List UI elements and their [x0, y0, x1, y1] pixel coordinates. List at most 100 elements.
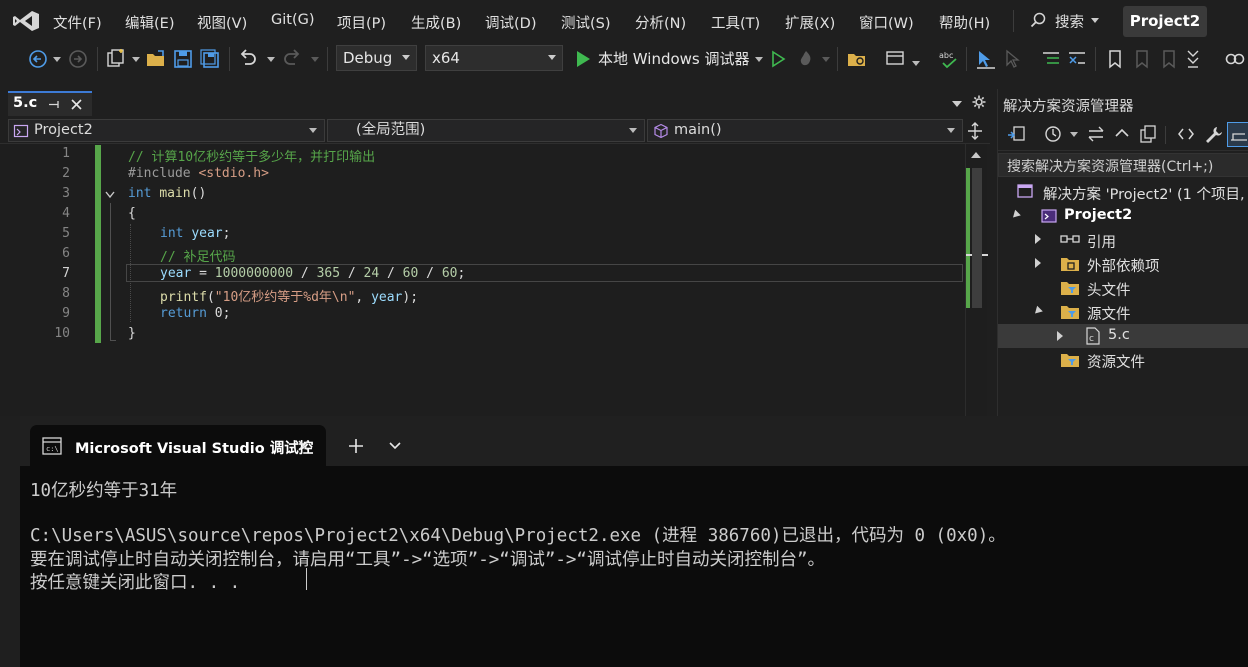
- scroll-up-arrow-icon[interactable]: [971, 152, 981, 158]
- tab-list-dropdown-icon[interactable]: [952, 101, 962, 107]
- start-without-debugging-icon[interactable]: [767, 48, 789, 70]
- menu-debug[interactable]: 调试(D): [485, 12, 536, 33]
- editor-vertical-scrollbar[interactable]: [965, 144, 988, 416]
- solution-search-input[interactable]: 搜索解决方案资源管理器(Ctrl+;): [998, 153, 1248, 177]
- vs-window: 文件(F) 编辑(E) 视图(V) Git(G) 项目(P) 生成(B) 调试(…: [0, 0, 1248, 667]
- pending-changes-dropdown-icon[interactable]: [1070, 132, 1078, 137]
- solution-title-badge[interactable]: Project2: [1123, 6, 1207, 37]
- menu-bar: 文件(F) 编辑(E) 视图(V) Git(G) 项目(P) 生成(B) 调试(…: [0, 0, 1248, 42]
- header-files-node[interactable]: 头文件: [1087, 279, 1131, 300]
- scrollbar-thumb[interactable]: [972, 168, 982, 308]
- menu-tools[interactable]: 工具(T): [711, 12, 760, 33]
- configuration-select[interactable]: Debug: [336, 45, 417, 71]
- switch-views-icon[interactable]: [1006, 124, 1026, 144]
- console-tab[interactable]: c:\ Microsoft Visual Studio 调试控: [30, 425, 326, 466]
- hot-reload-dropdown-icon[interactable]: [822, 57, 830, 62]
- close-icon[interactable]: [297, 439, 310, 452]
- project-node[interactable]: Project2: [1064, 207, 1132, 223]
- comment-lines-icon[interactable]: [1040, 48, 1062, 70]
- chevron-down-icon[interactable]: [388, 441, 402, 451]
- redo-icon[interactable]: [281, 48, 303, 70]
- menu-analyze[interactable]: 分析(N): [635, 12, 686, 33]
- external-deps-folder-icon: [1061, 258, 1079, 271]
- new-project-icon[interactable]: [105, 48, 127, 70]
- menu-view[interactable]: 视图(V): [197, 12, 247, 33]
- brace-token: }: [128, 326, 136, 341]
- hot-reload-icon[interactable]: [795, 48, 817, 70]
- spell-check-icon[interactable]: abc: [938, 48, 960, 70]
- find-in-files-icon[interactable]: [846, 48, 868, 70]
- global-scope-value: (全局范围): [356, 122, 426, 138]
- menu-help[interactable]: 帮助(H): [939, 12, 990, 33]
- collapsed-arrow-icon[interactable]: [1035, 234, 1041, 244]
- search-button[interactable]: 搜索: [1030, 8, 1114, 34]
- close-icon[interactable]: [70, 98, 83, 111]
- solution-node[interactable]: 解决方案 'Project2' (1 个项目,: [1043, 183, 1245, 204]
- number-token: 24: [363, 266, 380, 281]
- menu-edit[interactable]: 编辑(E): [125, 12, 174, 33]
- cpp-project-icon: [1041, 209, 1057, 223]
- menu-build[interactable]: 生成(B): [411, 12, 461, 33]
- next-bookmark-icon[interactable]: [1158, 48, 1180, 70]
- editor-tab-5c[interactable]: 5.c: [8, 91, 92, 116]
- properties-wrench-icon[interactable]: [1203, 124, 1223, 144]
- project-scope-select[interactable]: Project2: [8, 119, 325, 142]
- save-all-icon[interactable]: [199, 48, 221, 70]
- code-line-6: // 补足代码: [160, 246, 235, 265]
- undo-dropdown-icon[interactable]: [267, 57, 275, 62]
- references-node[interactable]: 引用: [1087, 231, 1116, 252]
- menu-project[interactable]: 项目(P): [337, 12, 386, 33]
- collapse-chevron-icon[interactable]: [104, 190, 116, 200]
- new-dropdown-icon[interactable]: [132, 57, 140, 62]
- file-node-5c[interactable]: 5.c: [1108, 327, 1130, 343]
- back-dropdown-icon[interactable]: [53, 57, 61, 62]
- visual-studio-logo-icon[interactable]: [12, 9, 40, 33]
- menu-file[interactable]: 文件(F): [53, 12, 102, 33]
- preview-selected-toggle[interactable]: [1227, 122, 1248, 147]
- menu-git[interactable]: Git(G): [271, 12, 315, 28]
- menu-extensions[interactable]: 扩展(X): [785, 12, 835, 33]
- keyword-token: return: [160, 306, 207, 321]
- new-tab-plus-icon[interactable]: [348, 438, 364, 454]
- collapsed-arrow-icon[interactable]: [1057, 331, 1063, 341]
- expanded-arrow-icon[interactable]: [1010, 209, 1021, 221]
- function-scope-select[interactable]: main(): [647, 119, 963, 142]
- pending-changes-icon[interactable]: [1043, 124, 1063, 144]
- global-scope-select[interactable]: (全局范围): [327, 119, 645, 142]
- save-icon[interactable]: [172, 48, 194, 70]
- bookmark-icon[interactable]: [1104, 48, 1126, 70]
- menu-window[interactable]: 窗口(W): [859, 12, 914, 33]
- source-files-node[interactable]: 源文件: [1087, 303, 1131, 324]
- uncomment-lines-icon[interactable]: [1066, 48, 1088, 70]
- show-all-files-icon[interactable]: [1138, 124, 1158, 144]
- breakpoint-tool-icon[interactable]: [1003, 48, 1025, 70]
- resource-files-node[interactable]: 资源文件: [1087, 351, 1145, 372]
- toolbar-overflow-icon[interactable]: [1182, 48, 1204, 70]
- live-share-icon[interactable]: [1224, 48, 1246, 70]
- punctuation-token: ;: [457, 266, 466, 281]
- undo-icon[interactable]: [237, 48, 259, 70]
- layout-dropdown-icon[interactable]: [912, 61, 920, 66]
- function-call-token: printf: [160, 290, 207, 305]
- start-debugging-button[interactable]: 本地 Windows 调试器: [598, 48, 750, 69]
- select-tool-icon[interactable]: [975, 48, 997, 70]
- gear-icon[interactable]: [972, 95, 986, 109]
- previous-bookmark-icon[interactable]: [1131, 48, 1153, 70]
- layout-icon[interactable]: [884, 48, 906, 70]
- sync-icon[interactable]: [1086, 124, 1106, 144]
- platform-select[interactable]: x64: [425, 45, 563, 71]
- redo-dropdown-icon[interactable]: [311, 57, 319, 62]
- open-folder-icon[interactable]: [145, 48, 167, 70]
- debug-target-dropdown-icon[interactable]: [755, 57, 763, 62]
- split-view-icon[interactable]: [967, 122, 983, 140]
- pin-icon[interactable]: [48, 98, 61, 111]
- external-deps-node[interactable]: 外部依赖项: [1087, 255, 1160, 276]
- expanded-arrow-icon[interactable]: [1032, 305, 1043, 317]
- back-icon[interactable]: [27, 48, 49, 70]
- menu-test[interactable]: 测试(S): [561, 12, 611, 33]
- collapse-all-icon[interactable]: [1112, 124, 1132, 144]
- forward-icon[interactable]: [67, 48, 89, 70]
- start-debugging-icon[interactable]: [572, 48, 594, 70]
- view-code-icon[interactable]: [1176, 124, 1196, 144]
- collapsed-arrow-icon[interactable]: [1035, 258, 1041, 268]
